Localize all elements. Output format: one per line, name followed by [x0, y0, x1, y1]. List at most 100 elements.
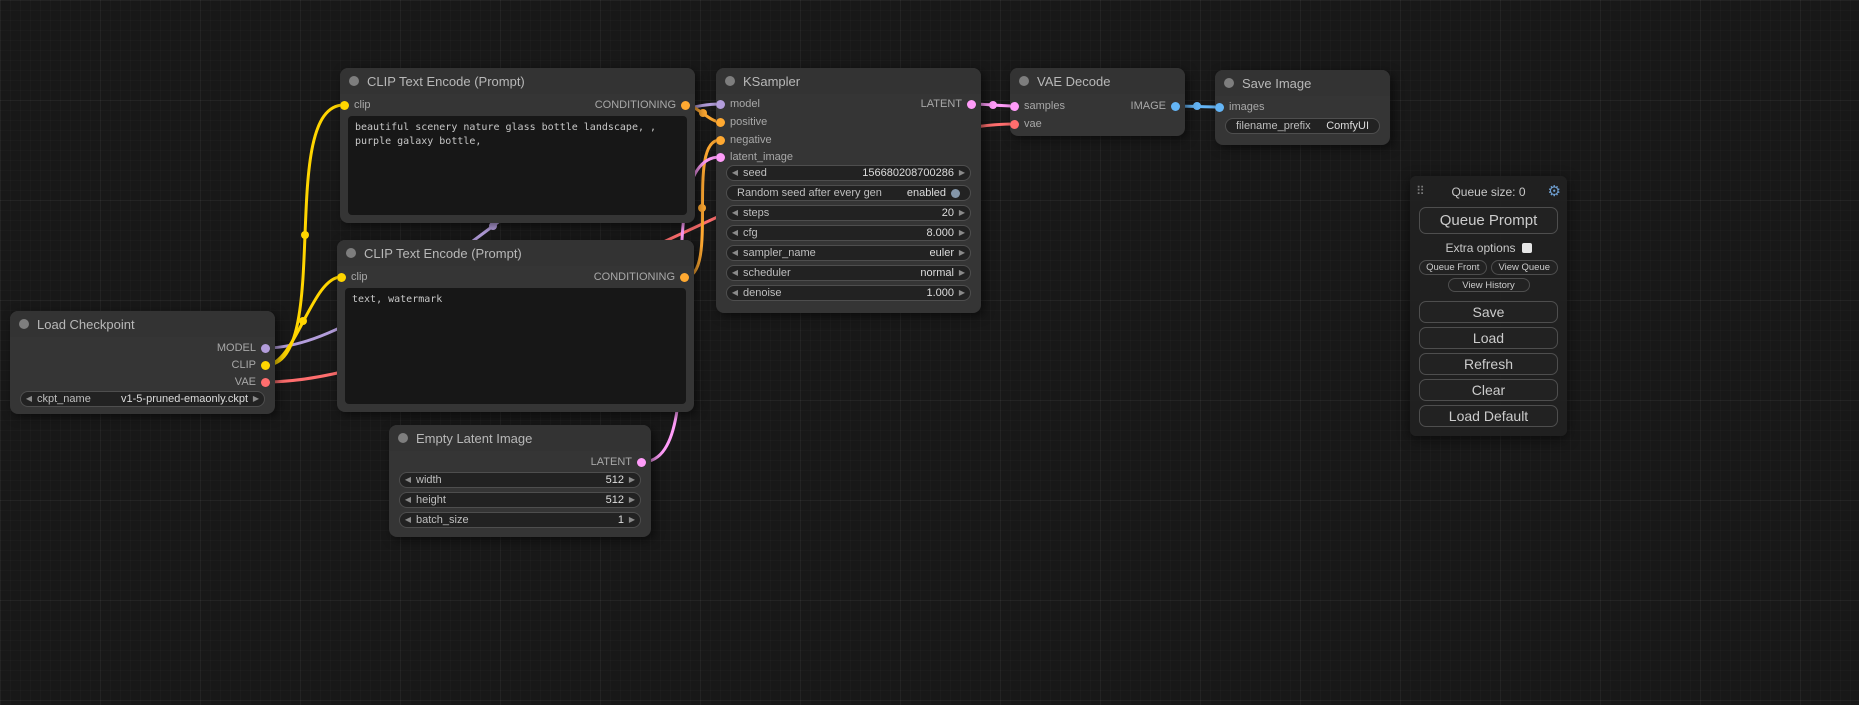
output-slot-latent[interactable]: LATENT	[921, 97, 976, 111]
node-collapse-dot[interactable]	[1019, 76, 1029, 86]
width-widget[interactable]: width 512	[399, 472, 641, 488]
decrement-arrow-icon[interactable]	[727, 226, 743, 240]
view-history-button[interactable]: View History	[1448, 278, 1530, 292]
increment-arrow-icon[interactable]	[624, 473, 640, 487]
input-slot-positive[interactable]: positive	[716, 115, 767, 129]
extra-options-checkbox[interactable]	[1522, 243, 1532, 253]
input-slot-images[interactable]: images	[1215, 100, 1264, 114]
node-title-bar[interactable]: KSampler	[716, 68, 981, 94]
output-slot-model[interactable]: MODEL	[217, 341, 270, 355]
positive-prompt-textarea[interactable]: beautiful scenery nature glass bottle la…	[348, 116, 687, 215]
input-slot-model[interactable]: model	[716, 97, 760, 111]
decrement-arrow-icon[interactable]	[400, 493, 416, 507]
queue-front-button[interactable]: Queue Front	[1419, 260, 1487, 275]
node-save-image[interactable]: Save Image images filename_prefix ComfyU…	[1215, 70, 1390, 145]
output-slot-clip[interactable]: CLIP	[232, 358, 270, 372]
node-title-bar[interactable]: VAE Decode	[1010, 68, 1185, 94]
node-collapse-dot[interactable]	[19, 319, 29, 329]
output-slot-vae[interactable]: VAE	[235, 375, 270, 389]
output-slot-image[interactable]: IMAGE	[1131, 99, 1180, 113]
node-title-bar[interactable]: Save Image	[1215, 70, 1390, 96]
increment-arrow-icon[interactable]	[248, 392, 264, 406]
model-output-dot[interactable]	[261, 344, 270, 353]
node-clip-text-encode-negative[interactable]: CLIP Text Encode (Prompt) clip CONDITION…	[337, 240, 694, 412]
image-output-dot[interactable]	[1171, 102, 1180, 111]
scheduler-widget[interactable]: scheduler normal	[726, 265, 971, 281]
increment-arrow-icon[interactable]	[954, 166, 970, 180]
conditioning-output-dot[interactable]	[680, 273, 689, 282]
input-slot-vae[interactable]: vae	[1010, 117, 1042, 131]
model-input-dot[interactable]	[716, 100, 725, 109]
decrement-arrow-icon[interactable]	[727, 206, 743, 220]
increment-arrow-icon[interactable]	[954, 246, 970, 260]
decrement-arrow-icon[interactable]	[400, 473, 416, 487]
vae-input-dot[interactable]	[1010, 120, 1019, 129]
node-load-checkpoint[interactable]: Load Checkpoint MODEL CLIP VAE ckpt_name…	[10, 311, 275, 414]
vae-output-dot[interactable]	[261, 378, 270, 387]
output-slot-conditioning[interactable]: CONDITIONING	[595, 98, 690, 112]
decrement-arrow-icon[interactable]	[727, 266, 743, 280]
node-clip-text-encode-positive[interactable]: CLIP Text Encode (Prompt) clip CONDITION…	[340, 68, 695, 223]
decrement-arrow-icon[interactable]	[21, 392, 37, 406]
output-slot-conditioning[interactable]: CONDITIONING	[594, 270, 689, 284]
node-title-bar[interactable]: CLIP Text Encode (Prompt)	[337, 240, 694, 266]
negative-input-dot[interactable]	[716, 136, 725, 145]
seed-widget[interactable]: seed 156680208700286	[726, 165, 971, 181]
drag-handle-icon[interactable]	[1416, 184, 1425, 198]
clip-output-dot[interactable]	[261, 361, 270, 370]
clip-input-dot[interactable]	[337, 273, 346, 282]
input-slot-clip[interactable]: clip	[340, 98, 371, 112]
increment-arrow-icon[interactable]	[954, 286, 970, 300]
decrement-arrow-icon[interactable]	[400, 513, 416, 527]
random-seed-toggle-widget[interactable]: Random seed after every gen enabled	[726, 185, 971, 201]
latent-output-dot[interactable]	[637, 458, 646, 467]
node-collapse-dot[interactable]	[346, 248, 356, 258]
load-button[interactable]: Load	[1419, 327, 1558, 349]
cfg-widget[interactable]: cfg 8.000	[726, 225, 971, 241]
node-collapse-dot[interactable]	[725, 76, 735, 86]
node-vae-decode[interactable]: VAE Decode samples vae IMAGE	[1010, 68, 1185, 136]
input-slot-negative[interactable]: negative	[716, 133, 772, 147]
node-collapse-dot[interactable]	[349, 76, 359, 86]
increment-arrow-icon[interactable]	[624, 493, 640, 507]
node-collapse-dot[interactable]	[1224, 78, 1234, 88]
node-title-bar[interactable]: Empty Latent Image	[389, 425, 651, 451]
view-queue-button[interactable]: View Queue	[1491, 260, 1559, 275]
denoise-widget[interactable]: denoise 1.000	[726, 285, 971, 301]
increment-arrow-icon[interactable]	[954, 206, 970, 220]
clip-input-dot[interactable]	[340, 101, 349, 110]
input-slot-clip[interactable]: clip	[337, 270, 368, 284]
node-empty-latent-image[interactable]: Empty Latent Image LATENT width 512 heig…	[389, 425, 651, 537]
latent-image-input-dot[interactable]	[716, 153, 725, 162]
node-title-bar[interactable]: Load Checkpoint	[10, 311, 275, 337]
decrement-arrow-icon[interactable]	[727, 286, 743, 300]
ckpt-name-widget[interactable]: ckpt_name v1-5-pruned-emaonly.ckpt	[20, 391, 265, 407]
refresh-button[interactable]: Refresh	[1419, 353, 1558, 375]
increment-arrow-icon[interactable]	[954, 226, 970, 240]
batch-size-widget[interactable]: batch_size 1	[399, 512, 641, 528]
decrement-arrow-icon[interactable]	[727, 246, 743, 260]
node-collapse-dot[interactable]	[398, 433, 408, 443]
negative-prompt-textarea[interactable]: text, watermark	[345, 288, 686, 404]
decrement-arrow-icon[interactable]	[727, 166, 743, 180]
gear-icon[interactable]	[1548, 182, 1561, 200]
node-ksampler[interactable]: KSampler model positive negative latent_…	[716, 68, 981, 313]
conditioning-output-dot[interactable]	[681, 101, 690, 110]
increment-arrow-icon[interactable]	[954, 266, 970, 280]
node-title-bar[interactable]: CLIP Text Encode (Prompt)	[340, 68, 695, 94]
clear-button[interactable]: Clear	[1419, 379, 1558, 401]
save-button[interactable]: Save	[1419, 301, 1558, 323]
steps-widget[interactable]: steps 20	[726, 205, 971, 221]
sampler-name-widget[interactable]: sampler_name euler	[726, 245, 971, 261]
increment-arrow-icon[interactable]	[624, 513, 640, 527]
queue-prompt-button[interactable]: Queue Prompt	[1419, 207, 1558, 234]
samples-input-dot[interactable]	[1010, 102, 1019, 111]
latent-output-dot[interactable]	[967, 100, 976, 109]
input-slot-samples[interactable]: samples	[1010, 99, 1065, 113]
toggle-knob-icon[interactable]	[951, 189, 960, 198]
images-input-dot[interactable]	[1215, 103, 1224, 112]
positive-input-dot[interactable]	[716, 118, 725, 127]
output-slot-latent[interactable]: LATENT	[591, 455, 646, 469]
height-widget[interactable]: height 512	[399, 492, 641, 508]
input-slot-latent-image[interactable]: latent_image	[716, 150, 793, 164]
